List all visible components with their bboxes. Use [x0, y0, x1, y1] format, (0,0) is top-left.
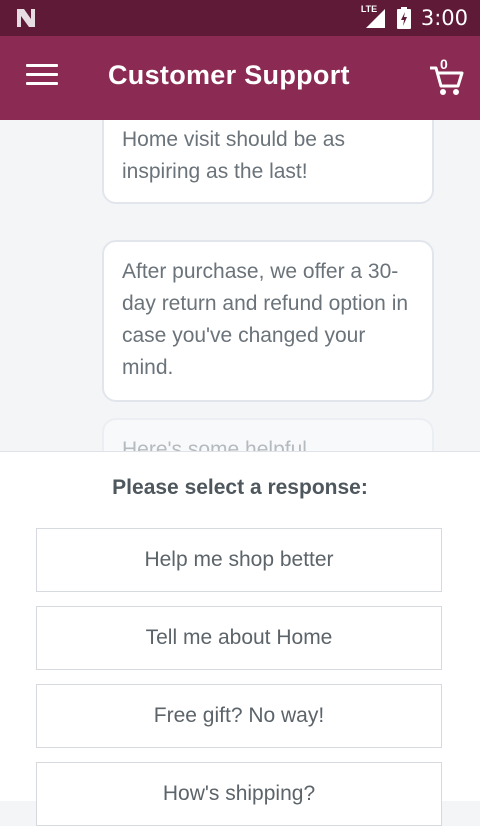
chat-message-text: you never knew existed. Each Home visit … — [122, 128, 345, 183]
chat-message: After purchase, we offer a 30-day return… — [102, 240, 434, 402]
response-option-button[interactable]: Free gift? No way! — [36, 684, 442, 748]
chat-message-text: Here's some helpful — [122, 438, 307, 452]
menu-icon[interactable] — [26, 64, 58, 92]
response-panel: Please select a response: Help me shop b… — [0, 451, 480, 826]
status-bar: LTE 3:00 — [0, 0, 480, 36]
response-option-button[interactable]: Tell me about Home — [36, 606, 442, 670]
response-prompt: Please select a response: — [112, 476, 368, 499]
page-title: Customer Support — [108, 60, 350, 90]
chat-message: Here's some helpful — [102, 418, 434, 452]
response-option-button[interactable]: How's shipping? — [36, 762, 442, 826]
notification-n-icon — [17, 9, 35, 27]
chat-message: you never knew existed. Each Home visit … — [102, 120, 434, 204]
response-option-button[interactable]: Help me shop better — [36, 528, 442, 592]
clock: 3:00 — [420, 6, 468, 30]
app-bar: Customer Support 0 — [0, 36, 480, 120]
chat-area[interactable]: you never knew existed. Each Home visit … — [0, 120, 480, 452]
cart-count-badge: 0 — [440, 56, 448, 72]
chat-message-text: After purchase, we offer a 30-day return… — [122, 260, 409, 379]
signal-icon: LTE — [361, 4, 387, 29]
battery-charging-icon — [396, 7, 411, 29]
